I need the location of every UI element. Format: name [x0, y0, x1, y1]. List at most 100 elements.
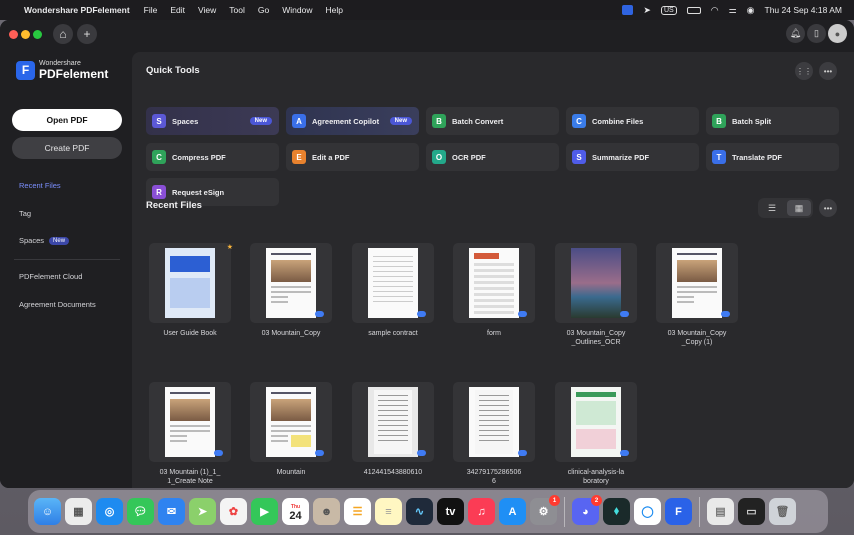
music-icon[interactable]: ♫ — [468, 498, 495, 525]
new-tab-icon[interactable]: + — [77, 24, 97, 44]
recent-file-card[interactable]: ★ User Guide Book — [149, 243, 233, 338]
quicktime-icon[interactable]: ◯ — [634, 498, 661, 525]
zoom-window-button[interactable] — [33, 30, 42, 39]
arrow-tray-icon[interactable]: ➤ — [643, 5, 651, 16]
grid-apps-icon[interactable]: ⋮⋮ — [795, 62, 813, 80]
sidebar-item-spaces[interactable]: Spaces New — [19, 236, 70, 245]
cloud-sync-icon — [620, 450, 629, 456]
menu-file[interactable]: File — [144, 5, 158, 15]
reminders-icon[interactable]: ☰ — [344, 498, 371, 525]
recent-file-card[interactable]: 03 Mountain (1)_1_ 1_Create Note — [149, 382, 231, 486]
recent-file-card[interactable]: 412441543880610 — [352, 382, 434, 477]
sidebar-item-cloud[interactable]: PDFelement Cloud — [19, 272, 82, 281]
clock[interactable]: Thu 24 Sep 4:18 AM — [765, 5, 843, 15]
document-preview — [469, 248, 519, 318]
file-thumbnail[interactable] — [149, 382, 231, 462]
more-options-icon[interactable]: ••• — [819, 62, 837, 80]
contacts-icon[interactable]: ☻ — [313, 498, 340, 525]
trash-icon[interactable]: 🗑︎ — [769, 498, 796, 525]
keyboard-layout-indicator[interactable]: US — [660, 5, 677, 15]
tool-edit[interactable]: E Edit a PDF — [286, 143, 419, 171]
menu-go[interactable]: Go — [258, 5, 269, 15]
document-preview — [165, 387, 215, 457]
avatar[interactable]: ● — [828, 24, 847, 43]
cursor-app-icon[interactable]: ⬧ — [603, 498, 630, 525]
tool-summarize[interactable]: S Summarize PDF — [566, 143, 699, 171]
tool-batch-split[interactable]: B Batch Split — [706, 107, 839, 135]
app-menu[interactable]: Wondershare PDFelement — [24, 5, 130, 15]
freeform-icon[interactable]: ∿ — [406, 498, 433, 525]
pdfelement-dock-icon[interactable]: F — [665, 498, 692, 525]
recent-file-card[interactable]: 03 Mountain_Copy _Outlines_OCR — [555, 243, 637, 347]
tool-compress[interactable]: C Compress PDF — [146, 143, 279, 171]
sidebar-item-recent-files[interactable]: Recent Files — [19, 181, 61, 190]
notes-icon[interactable]: ≡ — [375, 498, 402, 525]
tool-combine[interactable]: C Combine Files — [566, 107, 699, 135]
downloads-folder-icon[interactable]: ▤ — [707, 498, 734, 525]
sidebar-item-agreements[interactable]: Agreement Documents — [19, 300, 96, 309]
document-preview — [672, 248, 722, 318]
file-name: 03 Mountain_Copy _Outlines_OCR — [566, 330, 626, 346]
sidebar-item-tag[interactable]: Tag — [19, 209, 31, 218]
calendar-icon[interactable]: Thu 24 — [282, 498, 309, 525]
mail-icon[interactable]: ✉ — [158, 498, 185, 525]
messages-icon[interactable]: 💬︎ — [127, 498, 154, 525]
document-preview — [165, 248, 215, 318]
tool-ocr[interactable]: O OCR PDF — [426, 143, 559, 171]
app-store-icon[interactable]: A — [499, 498, 526, 525]
file-thumbnail[interactable]: ★ — [149, 243, 233, 323]
menu-window[interactable]: Window — [282, 5, 312, 15]
tool-copilot[interactable]: A Agreement Copilot New — [286, 107, 419, 135]
recent-file-card[interactable]: sample contract — [352, 243, 434, 338]
photos-icon[interactable]: ✿ — [220, 498, 247, 525]
file-thumbnail[interactable] — [656, 243, 738, 323]
recent-more-options-icon[interactable]: ••• — [819, 199, 837, 217]
facetime-icon[interactable]: ▶ — [251, 498, 278, 525]
recent-file-card[interactable]: 03 Mountain_Copy — [250, 243, 332, 338]
file-thumbnail[interactable] — [555, 243, 637, 323]
pdfelement-tray-icon[interactable] — [622, 5, 634, 15]
system-settings-icon[interactable]: ⚙ 1 — [530, 495, 560, 525]
file-thumbnail[interactable] — [250, 243, 332, 323]
mobile-device-icon[interactable]: ▯ — [807, 24, 826, 43]
tool-label: Batch Split — [732, 116, 772, 126]
grid-view-icon[interactable]: ▦ — [787, 200, 811, 216]
notification-bell-icon[interactable]: 🔔︎ — [786, 24, 805, 43]
wifi-icon[interactable]: ◠ — [711, 5, 719, 16]
home-icon[interactable]: ⌂ — [53, 24, 73, 44]
menu-help[interactable]: Help — [325, 5, 342, 15]
file-thumbnail[interactable] — [352, 382, 434, 462]
tool-translate[interactable]: T Translate PDF — [706, 143, 839, 171]
finder-icon[interactable]: ☺ — [34, 498, 61, 525]
file-thumbnail[interactable] — [352, 243, 434, 323]
tool-batch-convert[interactable]: B Batch Convert — [426, 107, 559, 135]
dock: ☺ ▦ ◎ 💬︎ ✉ ➤ ✿ ▶ Thu 24 ☻ ☰ ≡ ∿ tv ♫ A ⚙… — [28, 490, 828, 533]
file-thumbnail[interactable] — [555, 382, 637, 462]
close-window-button[interactable] — [9, 30, 18, 39]
file-thumbnail[interactable] — [250, 382, 332, 462]
recent-file-card[interactable]: clinical-analysis-la boratory — [555, 382, 637, 486]
menu-view[interactable]: View — [198, 5, 216, 15]
battery-icon[interactable] — [686, 6, 701, 14]
recent-file-card[interactable]: 03 Mountain_Copy _Copy (1) — [656, 243, 738, 347]
file-thumbnail[interactable] — [453, 382, 535, 462]
minimize-window-button[interactable] — [21, 30, 30, 39]
recent-file-card[interactable]: Mountain — [250, 382, 332, 477]
apple-tv-icon[interactable]: tv — [437, 498, 464, 525]
control-center-icon[interactable]: ⚌ — [729, 5, 737, 16]
file-thumbnail[interactable] — [453, 243, 535, 323]
safari-icon[interactable]: ◎ — [96, 498, 123, 525]
list-view-icon[interactable]: ☰ — [760, 200, 784, 216]
recent-file-card[interactable]: 34279175286506 6 — [453, 382, 535, 486]
menu-tool[interactable]: Tool — [229, 5, 245, 15]
menu-edit[interactable]: Edit — [170, 5, 185, 15]
tool-spaces[interactable]: S Spaces New — [146, 107, 279, 135]
discord-icon[interactable]: ◕ 2 — [572, 495, 602, 525]
recent-window-icon[interactable]: ▭ — [738, 498, 765, 525]
recent-file-card[interactable]: form — [453, 243, 535, 338]
maps-icon[interactable]: ➤ — [189, 498, 216, 525]
create-pdf-button[interactable]: Create PDF — [12, 137, 122, 159]
siri-icon[interactable]: ◉ — [747, 5, 755, 16]
launchpad-icon[interactable]: ▦ — [65, 498, 92, 525]
open-pdf-button[interactable]: Open PDF — [12, 109, 122, 131]
